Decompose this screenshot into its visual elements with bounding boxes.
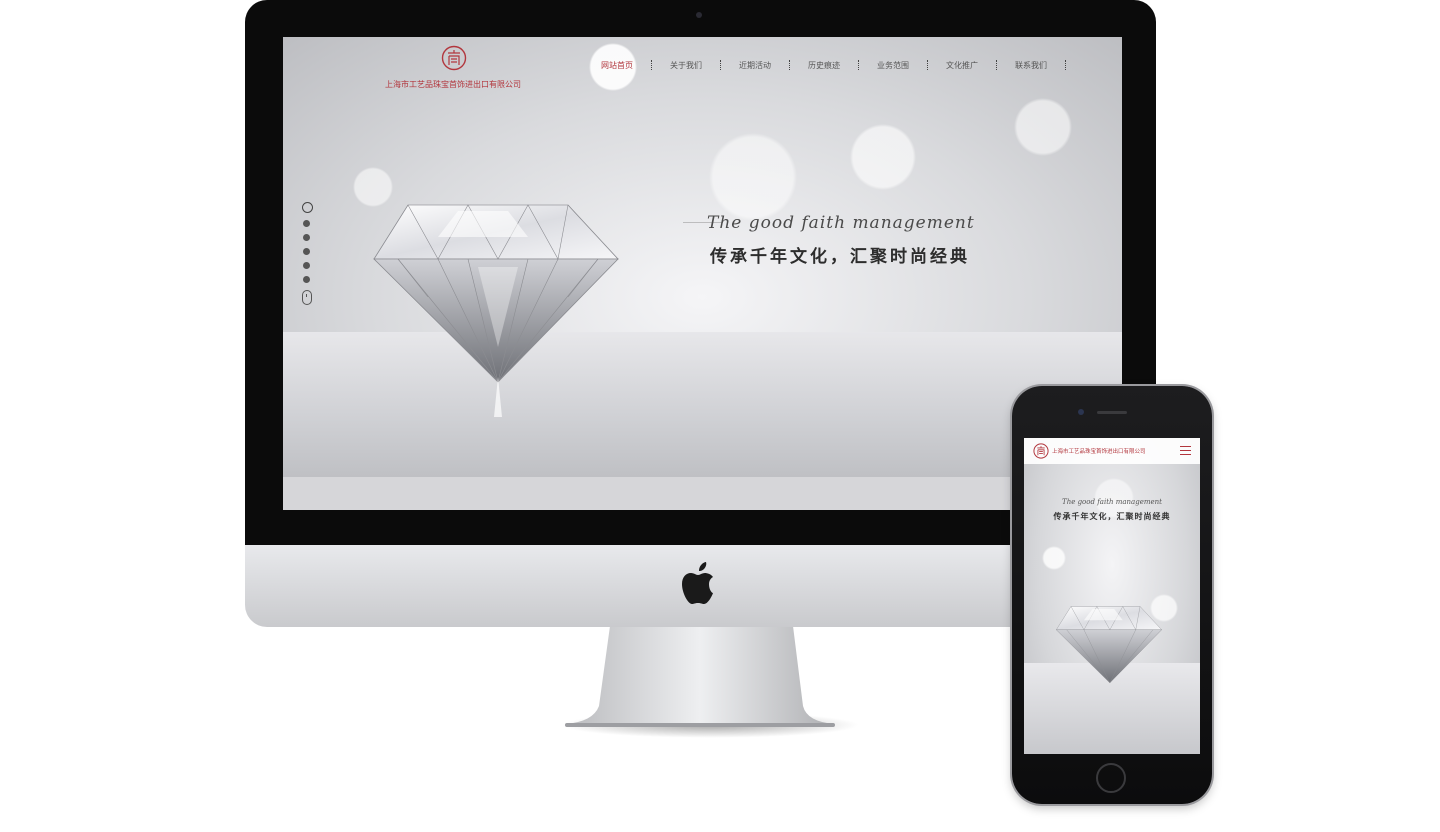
diamond-image [373, 204, 619, 417]
mobile-header: 上海市工艺品珠宝首饰进出口有限公司 [1024, 438, 1200, 464]
slide-dot-5[interactable] [303, 262, 310, 269]
hamburger-icon[interactable] [1180, 446, 1191, 456]
nav-item-about[interactable]: 关于我们 [652, 60, 720, 71]
mobile-screen: 上海市工艺品珠宝首饰进出口有限公司 The good faith managem… [1024, 438, 1200, 754]
mobile-diamond-image [1055, 606, 1163, 684]
phone-home-button [1096, 763, 1126, 793]
slide-dot-4[interactable] [303, 248, 310, 255]
nav-separator [1065, 60, 1066, 70]
company-name[interactable]: 上海市工艺品珠宝首饰进出口有限公司 [373, 79, 533, 90]
slide-pagination [301, 202, 313, 305]
phone-device: 上海市工艺品珠宝首饰进出口有限公司 The good faith managem… [1012, 386, 1212, 804]
imac-stand [565, 626, 835, 727]
phone-speaker [1097, 411, 1127, 414]
nav-item-contact[interactable]: 联系我们 [997, 60, 1065, 71]
slide-dot-3[interactable] [303, 234, 310, 241]
nav-item-history[interactable]: 历史痕迹 [790, 60, 858, 71]
desktop-screen: 上海市工艺品珠宝首饰进出口有限公司 网站首页 关于我们 近期活动 历史痕迹 业务… [283, 37, 1122, 510]
slide-dot-6[interactable] [303, 276, 310, 283]
screen-bottom-band [283, 477, 1122, 510]
slide-dot-2[interactable] [303, 220, 310, 227]
imac-camera [696, 12, 702, 18]
mobile-company-name[interactable]: 上海市工艺品珠宝首饰进出口有限公司 [1052, 447, 1146, 455]
nav-item-business[interactable]: 业务范围 [859, 60, 927, 71]
company-logo-icon[interactable] [441, 45, 467, 71]
scroll-mouse-icon[interactable] [302, 290, 312, 305]
slide-dot-1[interactable] [302, 202, 313, 213]
mobile-logo-icon[interactable] [1033, 443, 1049, 459]
mobile-tagline-cn: 传承千年文化，汇聚时尚经典 [1053, 511, 1171, 521]
nav-item-home[interactable]: 网站首页 [583, 60, 651, 71]
hero-tagline-en: The good faith management [707, 213, 975, 233]
hero-tagline-cn: 传承千年文化，汇聚时尚经典 [710, 247, 970, 267]
main-nav: 网站首页 关于我们 近期活动 历史痕迹 业务范围 文化推广 联系我们 [583, 58, 1066, 72]
apple-logo-icon [682, 562, 713, 604]
device-mockup: 上海市工艺品珠宝首饰进出口有限公司 网站首页 关于我们 近期活动 历史痕迹 业务… [0, 0, 1440, 832]
mobile-tagline-en: The good faith management [1062, 498, 1162, 506]
nav-item-culture[interactable]: 文化推广 [928, 60, 996, 71]
nav-item-events[interactable]: 近期活动 [721, 60, 789, 71]
phone-camera [1078, 409, 1084, 415]
